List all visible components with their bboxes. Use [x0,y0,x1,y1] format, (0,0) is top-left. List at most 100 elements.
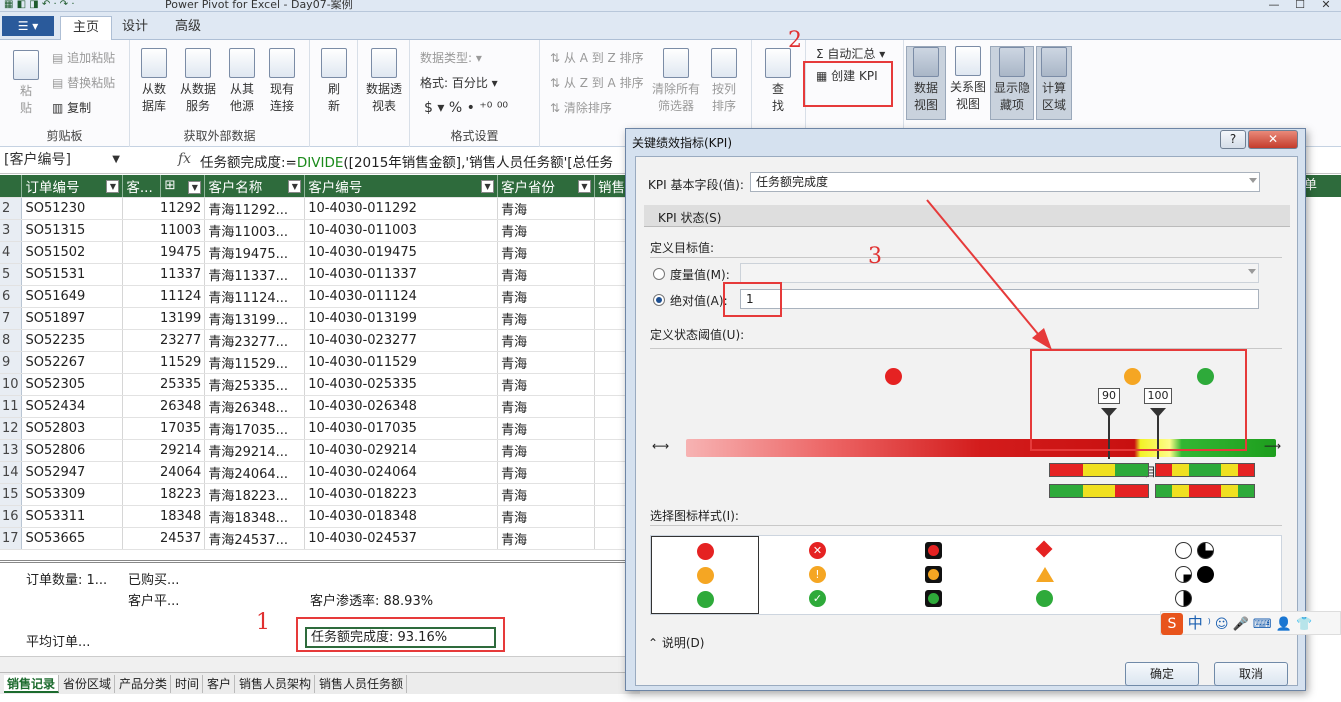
data-type-dropdown[interactable]: 数据类型: ▾ [420,50,482,67]
from-database-button[interactable]: 从数 据库 [134,48,174,115]
table-row[interactable]: 8 SO52235 23277 青海23277... 10-4030-023277 青海 [0,329,640,352]
table-cell[interactable]: 25335 [122,373,206,396]
select-all-corner[interactable] [0,175,23,198]
minimize-button[interactable]: — [1261,0,1287,11]
table-cell[interactable]: 青海 [497,439,595,462]
table-cell[interactable]: 10-4030-013199 [304,307,499,330]
clear-filters-button[interactable]: 清除所有 筛选器 [650,48,702,115]
table-cell[interactable]: SO52806 [21,439,124,462]
sheet-tab[interactable]: 销售人员任务额 [316,675,408,693]
table-cell[interactable]: 青海17035... [204,417,306,440]
table-cell[interactable]: 青海 [497,395,595,418]
table-cell[interactable]: 青海19475... [204,241,306,264]
table-cell[interactable]: 10-4030-026348 [304,395,499,418]
table-cell[interactable]: SO52803 [21,417,124,440]
table-cell[interactable]: 青海18348... [204,505,306,528]
file-menu-button[interactable]: ☰ ▾ [2,16,54,36]
table-cell[interactable]: 青海13199... [204,307,306,330]
table-cell[interactable]: 青海 [497,285,595,308]
scheme-red-yellow-green-red[interactable] [1155,463,1255,477]
table-cell[interactable]: 青海 [497,263,595,286]
scheme-green-yellow-red-green[interactable] [1155,484,1255,498]
table-cell[interactable]: 10-4030-018223 [304,483,499,506]
table-row[interactable]: 12 SO52803 17035 青海17035... 10-4030-017035 青海 [0,417,640,440]
table-cell[interactable]: SO51649 [21,285,124,308]
filter-dropdown-icon[interactable]: ▼ [481,179,495,193]
format-dropdown[interactable]: 格式: 百分比 ▾ [420,75,498,92]
table-cell[interactable]: 10-4030-019475 [304,241,499,264]
table-cell[interactable]: 24064 [122,461,206,484]
measure-radio[interactable] [653,268,665,280]
table-cell[interactable]: 10-4030-018348 [304,505,499,528]
table-row[interactable]: 9 SO52267 11529 青海11529... 10-4030-011529 青海 [0,351,640,374]
table-row[interactable]: 14 SO52947 24064 青海24064... 10-4030-024064 青海 [0,461,640,484]
table-cell[interactable]: 青海 [497,527,595,550]
filter-dropdown-icon[interactable]: ▼ [188,181,202,195]
table-row[interactable]: 13 SO52806 29214 青海29214... 10-4030-029214 青海 [0,439,640,462]
table-cell[interactable]: 青海 [497,307,595,330]
row-number[interactable]: 3 [0,219,23,242]
table-cell[interactable]: 青海11529... [204,351,306,374]
table-cell[interactable]: SO53311 [21,505,124,528]
table-cell[interactable]: 青海 [497,461,595,484]
table-row[interactable]: 7 SO51897 13199 青海13199... 10-4030-013199 青海 [0,307,640,330]
table-cell[interactable]: 青海 [497,417,595,440]
table-cell[interactable]: 29214 [122,439,206,462]
existing-connections-button[interactable]: 现有 连接 [262,48,302,115]
table-cell[interactable]: 10-4030-011124 [304,285,499,308]
icon-style-circles[interactable] [651,536,759,614]
help-button[interactable]: ? [1220,130,1246,149]
table-cell[interactable]: 11337 [122,263,206,286]
sheet-tab[interactable]: 产品分类 [116,675,172,693]
calc-purchased[interactable]: 已购买... [128,569,179,588]
table-cell[interactable]: 青海11003... [204,219,306,242]
table-cell[interactable]: 10-4030-025335 [304,373,499,396]
horizontal-scrollbar[interactable] [0,656,640,672]
table-cell[interactable]: 11529 [122,351,206,374]
table-cell[interactable]: 26348 [122,395,206,418]
col-header-customer-name[interactable]: 客户名称 ▼ [204,175,306,198]
filter-dropdown-icon[interactable]: ▼ [106,179,120,193]
table-cell[interactable]: SO51897 [21,307,124,330]
table-cell[interactable]: 青海25335... [204,373,306,396]
row-number[interactable]: 2 [0,197,23,220]
row-number[interactable]: 5 [0,263,23,286]
col-header-link[interactable]: ⊞ ▼ [160,175,206,198]
table-cell[interactable]: SO52305 [21,373,124,396]
table-cell[interactable]: 青海 [497,241,595,264]
table-cell[interactable]: 青海 [497,505,595,528]
row-number[interactable]: 11 [0,395,23,418]
col-header-customer[interactable]: 客... [122,175,162,198]
table-cell[interactable]: 青海29214... [204,439,306,462]
maximize-button[interactable]: ☐ [1287,0,1313,11]
table-cell[interactable]: 青海18223... [204,483,306,506]
calc-order-count[interactable]: 订单数量: 1... [26,569,107,588]
calc-avg-order[interactable]: 平均订单... [26,631,90,650]
find-button[interactable]: 查 找 [758,48,798,115]
table-cell[interactable]: 10-4030-017035 [304,417,499,440]
base-field-select[interactable]: 任务额完成度 [750,172,1260,192]
replace-paste-button[interactable]: ▤ 替换粘贴 [52,75,115,92]
icon-style-traffic-lights[interactable] [919,536,959,614]
row-number[interactable]: 12 [0,417,23,440]
icon-style-shapes[interactable] [1029,536,1069,614]
table-row[interactable]: 3 SO51315 11003 青海11003... 10-4030-011003 青海 [0,219,640,242]
table-cell[interactable]: 青海 [497,351,595,374]
row-number[interactable]: 6 [0,285,23,308]
row-number[interactable]: 7 [0,307,23,330]
table-row[interactable]: 6 SO51649 11124 青海11124... 10-4030-011124 青海 [0,285,640,308]
refresh-button[interactable]: 刷 新 [314,48,354,115]
ime-toolbar[interactable]: S 中 ⁾ ☺ 🎤 ⌨ 👤 👕 [1160,611,1341,635]
quick-access-toolbar[interactable]: ▦ ◧ ◨ ↶ · ↷ · [4,0,75,10]
table-cell[interactable]: 10-4030-011529 [304,351,499,374]
scheme-red-yellow-green[interactable] [1049,463,1149,477]
number-format-buttons[interactable]: $ ▾ % • ⁺⁰ ⁰⁰ [424,100,508,117]
table-row[interactable]: 10 SO52305 25335 青海25335... 10-4030-025335 青海 [0,373,640,396]
icon-style-harvey-balls[interactable] [1169,536,1229,614]
table-cell[interactable]: 青海11337... [204,263,306,286]
table-cell[interactable]: 13199 [122,307,206,330]
description-toggle[interactable]: ⌃ 说明(D) [648,634,704,651]
table-cell[interactable]: 10-4030-024537 [304,527,499,550]
data-view-button[interactable]: 数据 视图 [906,46,946,120]
table-cell[interactable]: 11124 [122,285,206,308]
